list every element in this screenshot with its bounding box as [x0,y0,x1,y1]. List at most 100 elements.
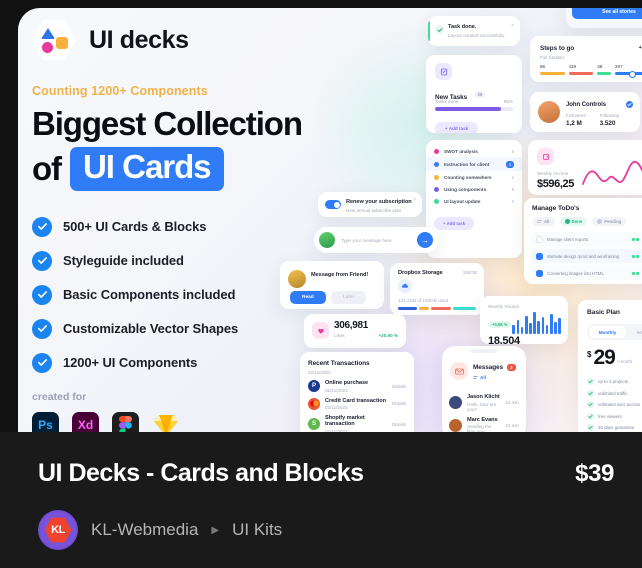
promo-headline-line1: Biggest Collection [32,105,303,142]
steps-subtitle: Full Statistic [540,55,565,60]
transaction-details-link[interactable]: Details [392,422,406,427]
swot-list-item[interactable]: Counting somewhere 2 [426,171,522,183]
send-message-button[interactable]: → [417,232,433,248]
sketch-icon [152,412,179,432]
title-row: UI Decks - Cards and Blocks $39 [38,459,614,488]
headline-of: of [32,149,62,187]
close-icon[interactable]: × [413,197,416,203]
new-tasks-count: 26 [474,91,486,99]
mock-dropbox-storage-card: Dropbox Storage 155GB 134,2GB of 150GB u… [390,263,484,315]
following-value: 3.520 [599,120,616,127]
swot-list-item[interactable]: SWOT analysis 6 [426,145,522,157]
mock-weekly-visitors-card: Weekly Visitors +5,68 % 18.504 [480,296,568,344]
slider-handle[interactable] [628,70,636,78]
mock-stories-card: See all stories [566,8,642,28]
checklist-item: Basic Components included [32,284,392,305]
mock-profile-card: John Controls Followers 1,2 M Following … [530,92,640,132]
plan-title: Basic Plan [587,309,620,316]
transaction-details-link[interactable]: Details [392,384,406,389]
author-name[interactable]: KL-Webmedia [91,520,198,540]
tab-annual[interactable]: Annual [626,326,642,338]
adobe-xd-icon: Xd [72,411,99,432]
checklist-item: Customizable Vector Shapes [32,318,392,339]
avatar [449,418,462,432]
plan-feature-label: up to 3 projects [598,379,629,384]
check-icon [587,378,594,385]
brand-row: UI decks [32,18,392,62]
messages-filter[interactable]: All [480,375,486,380]
step-bar [568,72,594,75]
swot-list-item[interactable]: UI layout update 3 [426,195,522,207]
transaction-details-link[interactable]: Details [392,401,406,406]
todo-item[interactable]: Manage client reports 4d [531,232,642,246]
kl-logo-icon: KL [44,517,72,543]
mock-weekly-income-card: Weekly Income $596,25 [528,140,642,195]
mock-messages-phone: Messages 3 All Jason Klicht Hello, how a… [442,346,526,432]
visitors-value: 18.504 [488,335,520,344]
checkbox-icon[interactable] [536,252,543,260]
checklist-item: 1200+ UI Components [32,352,392,373]
toast-accent-bar [428,21,430,41]
author-avatar[interactable]: KL [38,510,78,550]
product-title[interactable]: UI Decks - Cards and Blocks [38,459,364,488]
product-price: $39 [575,460,614,487]
todo-text: Website design rprod and wireframing [547,253,620,259]
messages-unread-badge: 3 [507,364,516,371]
swot-label: Instruction for client [444,161,490,167]
swot-tag: 6 [511,148,514,154]
checklist-label: 1200+ UI Components [63,355,198,371]
add-task-button-swot[interactable]: + Add task [434,217,475,230]
see-all-stories-button[interactable]: See all stories [572,8,642,19]
plan-feature: unlimited user access [587,401,642,408]
steps-delta: +0,96 [638,45,642,51]
todo-filter-pending[interactable]: Pending [592,217,627,226]
ui-decks-logo-icon [32,19,76,61]
message-sender: Marc Evans [467,416,498,423]
swot-list-item[interactable]: Instruction for client 4 [426,157,522,171]
income-sparkline [582,160,642,185]
add-task-button[interactable]: + Add task [435,122,479,133]
figma-icon [112,411,139,432]
photoshop-icon: Ps [32,411,59,432]
feature-checklist: 500+ UI Cards & Blocks Styleguide includ… [32,216,392,373]
message-time: 24 min [505,422,519,428]
wallet-icon [537,148,554,165]
visitors-delta-badge: +5,68 % [488,321,512,328]
envelope-icon [450,362,468,380]
todo-filter-all[interactable]: All [532,217,555,226]
verified-badge-icon [626,101,633,108]
todo-filter-done[interactable]: Done [559,217,588,226]
avatar [449,396,462,410]
message-row[interactable]: Jason Klicht Hello, how are you? 24 min [449,394,519,412]
plan-period: / month [616,359,633,364]
plan-feature: 30 days guarantee [587,424,642,431]
swot-label: UI layout update [444,198,481,204]
promo-content: UI decks Counting 1200+ Components Bigge… [32,18,392,432]
step-value: 207 [614,64,623,69]
breadcrumb-separator-icon: ▶ [211,524,220,536]
swot-tag: 2 [511,174,514,180]
step-value: 26 [597,64,603,69]
todo-item[interactable]: Website design rprod and wireframing 2d [531,249,642,263]
swot-label: Counting somewhere [444,174,492,180]
status-dot-icon [434,148,439,154]
close-icon[interactable]: × [511,23,514,29]
product-category[interactable]: UI Kits [232,520,282,540]
plan-billing-tabs[interactable]: Monthly Annual [587,324,642,340]
triangle-shape-icon [41,28,55,39]
step-value: 119 [568,64,577,69]
step-value: 96 [540,64,546,69]
message-preview: Hello, how are you? [467,401,497,412]
square-shape-icon [56,37,68,49]
swot-list-item[interactable]: Using components 8 [426,183,522,195]
message-preview: Sending the files now [467,424,492,432]
check-icon [32,250,52,271]
checkbox-icon[interactable] [536,235,543,243]
todo-item[interactable]: Converting images into HTML 6d [531,266,642,280]
mock-swot-list-card: SWOT analysis 6 Instruction for client 4… [426,140,522,258]
checkbox-icon[interactable] [536,269,543,277]
check-icon [32,352,52,373]
swot-label: Using components [444,186,487,192]
tab-monthly[interactable]: Monthly [589,326,626,338]
message-row[interactable]: Marc Evans Sending the files now 24 min [449,416,519,432]
